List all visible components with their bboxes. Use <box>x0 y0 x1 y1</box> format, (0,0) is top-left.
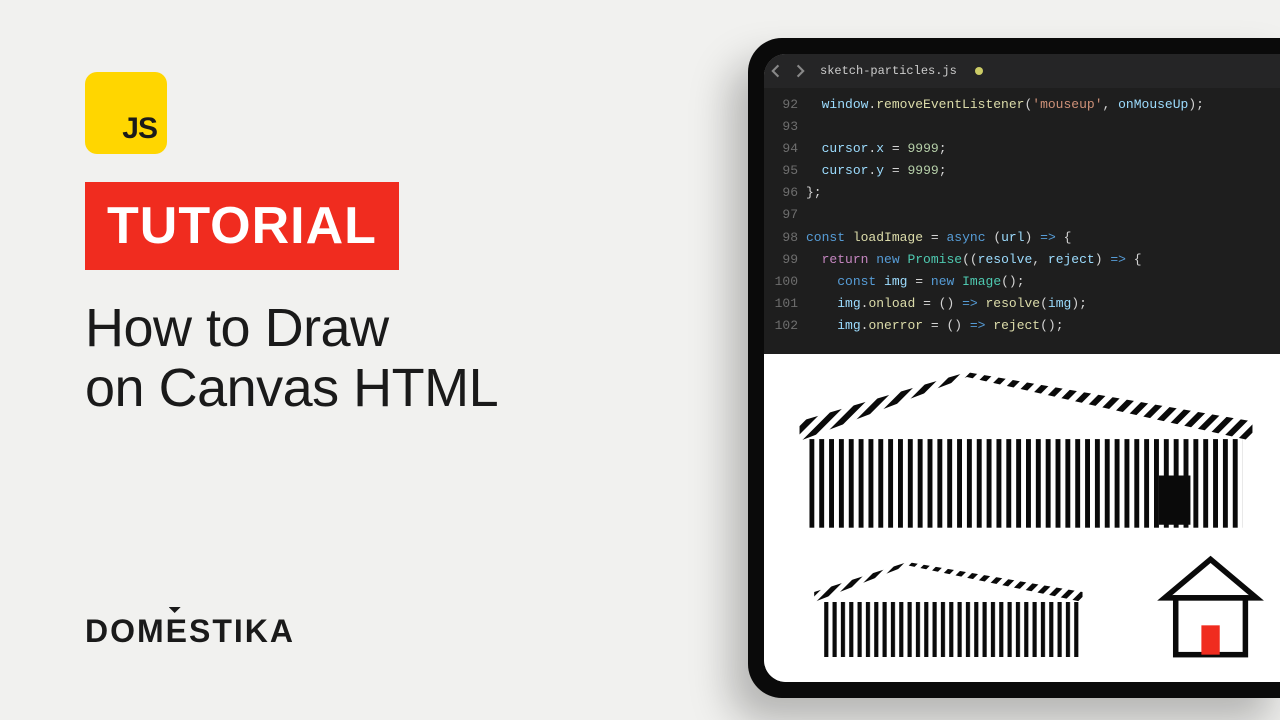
chevron-left-icon[interactable] <box>770 64 784 78</box>
js-logo-icon: JS <box>85 72 167 154</box>
code-line[interactable]: 96}; <box>764 182 1280 204</box>
tablet-device: sketch-particles.js 92 window.removeEven… <box>748 38 1280 698</box>
editor-tabbar: sketch-particles.js <box>764 54 1280 88</box>
code-line[interactable]: 100 const img = new Image(); <box>764 271 1280 293</box>
code-area[interactable]: 92 window.removeEventListener('mouseup',… <box>764 88 1280 337</box>
code-line[interactable]: 92 window.removeEventListener('mouseup',… <box>764 94 1280 116</box>
code-line[interactable]: 102 img.onerror = () => reject(); <box>764 315 1280 337</box>
page-title: How to Draw on Canvas HTML <box>85 298 605 419</box>
code-line[interactable]: 101 img.onload = () => resolve(img); <box>764 293 1280 315</box>
house-small-graphic <box>1144 552 1277 662</box>
chevron-right-icon[interactable] <box>792 64 806 78</box>
house-medium-graphic <box>770 562 1128 662</box>
tablet-screen: sketch-particles.js 92 window.removeEven… <box>764 54 1280 682</box>
title-line-1: How to Draw <box>85 298 389 358</box>
code-line[interactable]: 94 cursor.x = 9999; <box>764 138 1280 160</box>
house-large-graphic <box>770 364 1280 538</box>
code-editor: sketch-particles.js 92 window.removeEven… <box>764 54 1280 354</box>
domestika-brand: DOMESTIKA <box>85 613 295 650</box>
title-line-2: on Canvas HTML <box>85 358 498 418</box>
tutorial-badge: TUTORIAL <box>85 182 399 270</box>
code-line[interactable]: 99 return new Promise((resolve, reject) … <box>764 249 1280 271</box>
unsaved-dot-icon <box>975 67 983 75</box>
code-line[interactable]: 97 <box>764 204 1280 226</box>
canvas-output <box>764 354 1280 682</box>
code-line[interactable]: 93 <box>764 116 1280 138</box>
code-line[interactable]: 98const loadImage = async (url) => { <box>764 227 1280 249</box>
code-line[interactable]: 95 cursor.y = 9999; <box>764 160 1280 182</box>
editor-tab[interactable]: sketch-particles.js <box>820 64 957 78</box>
